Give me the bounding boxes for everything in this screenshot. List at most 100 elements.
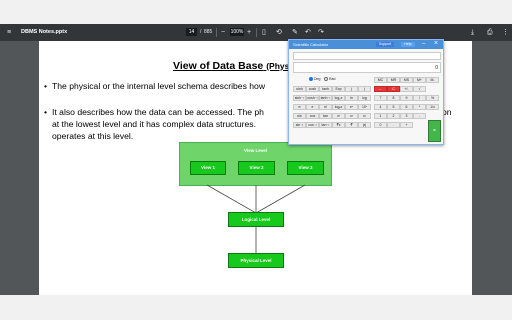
undo-icon[interactable]: ↶ [305, 29, 311, 36]
calc-key-3-2[interactable]: n! [319, 104, 332, 110]
calc-key-3-9[interactable]: * [413, 104, 426, 110]
calc-key-4-4[interactable]: x³ [345, 113, 358, 119]
document-title: DBMS Notes.pptx [21, 29, 68, 35]
scientific-calculator: Scientific Calculator Support Help – × 0… [288, 39, 444, 145]
calc-key-1-0[interactable]: sinh [293, 86, 306, 92]
toolbar-divider [216, 28, 217, 37]
page-number-input[interactable]: 14 [186, 28, 197, 36]
zoom-input[interactable]: 100% [230, 28, 244, 36]
degree-radio[interactable] [309, 77, 313, 81]
fit-page-icon[interactable]: ▯ [262, 29, 266, 36]
radian-radio[interactable] [324, 77, 328, 81]
calc-key-4-0[interactable]: sin [293, 113, 306, 119]
zoom-out-icon[interactable]: − [221, 29, 225, 36]
print-icon[interactable]: ⎙ [487, 29, 493, 36]
calc-key-0-0[interactable]: MC [374, 77, 387, 83]
toolbar-divider [256, 28, 257, 37]
calc-key-5-4[interactable]: ∛ [345, 122, 358, 128]
calc-key-4-5[interactable]: x² [358, 113, 371, 119]
calc-key-2-7[interactable]: 8 [387, 95, 400, 101]
calc-key-0-2[interactable]: MS [400, 77, 413, 83]
calc-key-2-4[interactable]: ln [345, 95, 358, 101]
bullet-text: The physical or the internal level schem… [52, 81, 266, 91]
download-icon[interactable]: ⤓ [471, 29, 474, 36]
calc-key-3-3[interactable]: logᵧx [332, 104, 345, 110]
support-button[interactable]: Support [376, 42, 394, 47]
calc-key-4-9[interactable]: - [413, 113, 426, 119]
calc-key-1-1[interactable]: cosh [306, 86, 319, 92]
radian-label: Rad [329, 77, 336, 81]
physical-level-box: Physical Level [228, 253, 284, 268]
calc-key-4-8[interactable]: 3 [400, 113, 413, 119]
close-icon[interactable]: × [434, 40, 438, 47]
calc-key-3-6[interactable]: 4 [374, 104, 387, 110]
connector-view3 [255, 184, 306, 214]
calc-key-5-0[interactable]: sin⁻¹ [293, 122, 306, 128]
calc-key-3-1[interactable]: e [306, 104, 319, 110]
calc-key-1-8[interactable]: +/- [400, 86, 413, 92]
calc-key-4-7[interactable]: 2 [387, 113, 400, 119]
calc-key-1-4[interactable]: ( [345, 86, 358, 92]
calc-key-2-8[interactable]: 9 [400, 95, 413, 101]
calc-key-2-6[interactable]: 7 [374, 95, 387, 101]
slide-title-text: View of Data Base [173, 60, 264, 72]
bullet-1: • The physical or the internal level sche… [44, 81, 265, 93]
calc-key-3-10[interactable]: 1/x [426, 104, 439, 110]
slide-title: View of Data Base (Phys [173, 60, 289, 72]
expression-field[interactable] [293, 52, 441, 60]
redo-icon[interactable]: ↷ [318, 29, 324, 36]
calc-key-3-7[interactable]: 5 [387, 104, 400, 110]
calc-key-2-5[interactable]: log [358, 95, 371, 101]
calc-key-2-1[interactable]: cosh⁻¹ [306, 95, 319, 101]
calc-key-2-2[interactable]: tanh⁻¹ [319, 95, 332, 101]
calculator-title: Scientific Calculator [293, 42, 329, 47]
calc-key-3-5[interactable]: 10ˣ [358, 104, 371, 110]
calc-key-5-2[interactable]: tan⁻¹ [319, 122, 332, 128]
calc-key-5-1[interactable]: cos⁻¹ [306, 122, 319, 128]
bullet-2-line-2: at the lowest level and it has complex d… [52, 119, 256, 129]
browser-window: ≡ DBMS Notes.pptx 14 / 885 − 100% + ▯ ⟲ … [0, 0, 512, 320]
rotate-icon[interactable]: ⟲ [276, 29, 282, 36]
calc-key-0-4[interactable]: M- [426, 77, 439, 83]
calc-key-3-8[interactable]: 6 [400, 104, 413, 110]
calc-key-1-5[interactable]: ) [358, 86, 371, 92]
bullet-text: It also describes how the data can be ac… [52, 107, 264, 117]
calc-key-1-6[interactable]: ← [374, 86, 387, 92]
view-level-label: View Level [244, 148, 267, 153]
calc-key-0-1[interactable]: MR [387, 77, 400, 83]
total-pages: 885 [204, 29, 213, 35]
calc-key-4-2[interactable]: tan [319, 113, 332, 119]
calc-key-4-1[interactable]: cos [306, 113, 319, 119]
help-button[interactable]: Help [401, 42, 415, 47]
calc-key-5-7[interactable]: . [387, 122, 400, 128]
calc-key-1-3[interactable]: Exp [332, 86, 345, 92]
calc-key-2-0[interactable]: sinh⁻¹ [293, 95, 306, 101]
calc-key-4-6[interactable]: 1 [374, 113, 387, 119]
calc-key-3-4[interactable]: eˣ [345, 104, 358, 110]
logical-level-box: Logical Level [228, 212, 284, 227]
calc-key-5-5[interactable]: |x| [358, 122, 371, 128]
equals-button[interactable]: = [428, 120, 441, 142]
calc-key-1-9[interactable]: √ [413, 86, 426, 92]
calc-key-2-10[interactable]: % [426, 95, 439, 101]
calc-key-2-9[interactable]: / [413, 95, 426, 101]
zoom-in-icon[interactable]: + [247, 29, 251, 36]
calc-key-5-6[interactable]: 0 [374, 122, 387, 128]
calculator-header: Scientific Calculator Support Help – × [289, 40, 443, 49]
calc-key-0-3[interactable]: M+ [413, 77, 426, 83]
calc-key-1-7[interactable]: C [387, 86, 400, 92]
more-options-icon[interactable]: ⋮ [502, 29, 509, 36]
calculator-display: 0 [293, 62, 441, 73]
calc-key-1-2[interactable]: tanh [319, 86, 332, 92]
calc-key-5-3[interactable]: ∛x [332, 122, 345, 128]
calc-key-3-0[interactable]: π [293, 104, 306, 110]
minimize-icon[interactable]: – [422, 41, 425, 47]
calc-key-4-3[interactable]: xʸ [332, 113, 345, 119]
menu-icon[interactable]: ≡ [7, 29, 11, 36]
calc-key-2-3[interactable]: log₂x [332, 95, 345, 101]
annotate-icon[interactable]: ✎ [292, 29, 298, 36]
bullet-2-line-3: operates at this level. [52, 131, 134, 141]
slide-title-suffix: (Phys [266, 61, 290, 71]
bullet-2: • It also describes how the data can be a… [44, 107, 264, 119]
calc-key-5-8[interactable]: + [400, 122, 413, 128]
